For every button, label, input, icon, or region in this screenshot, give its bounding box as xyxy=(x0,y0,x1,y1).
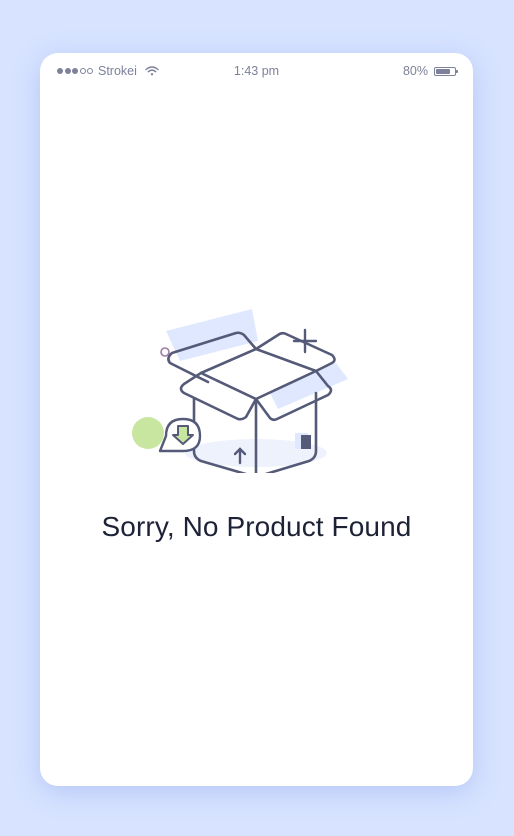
empty-state-message: Sorry, No Product Found xyxy=(101,511,412,542)
status-right: 80% xyxy=(402,64,458,78)
battery-icon xyxy=(434,66,458,76)
battery-percentage: 80% xyxy=(402,64,428,78)
box-label xyxy=(301,435,311,449)
green-blob xyxy=(132,417,164,449)
open-box-icon xyxy=(132,309,348,473)
phone-screen: Strokei 1:43 pm 80% Sorry, No Product Fo… xyxy=(40,53,473,786)
decorative-circle xyxy=(160,347,170,357)
download-bubble-icon xyxy=(158,417,202,453)
status-bar: Strokei 1:43 pm 80% xyxy=(40,53,473,89)
